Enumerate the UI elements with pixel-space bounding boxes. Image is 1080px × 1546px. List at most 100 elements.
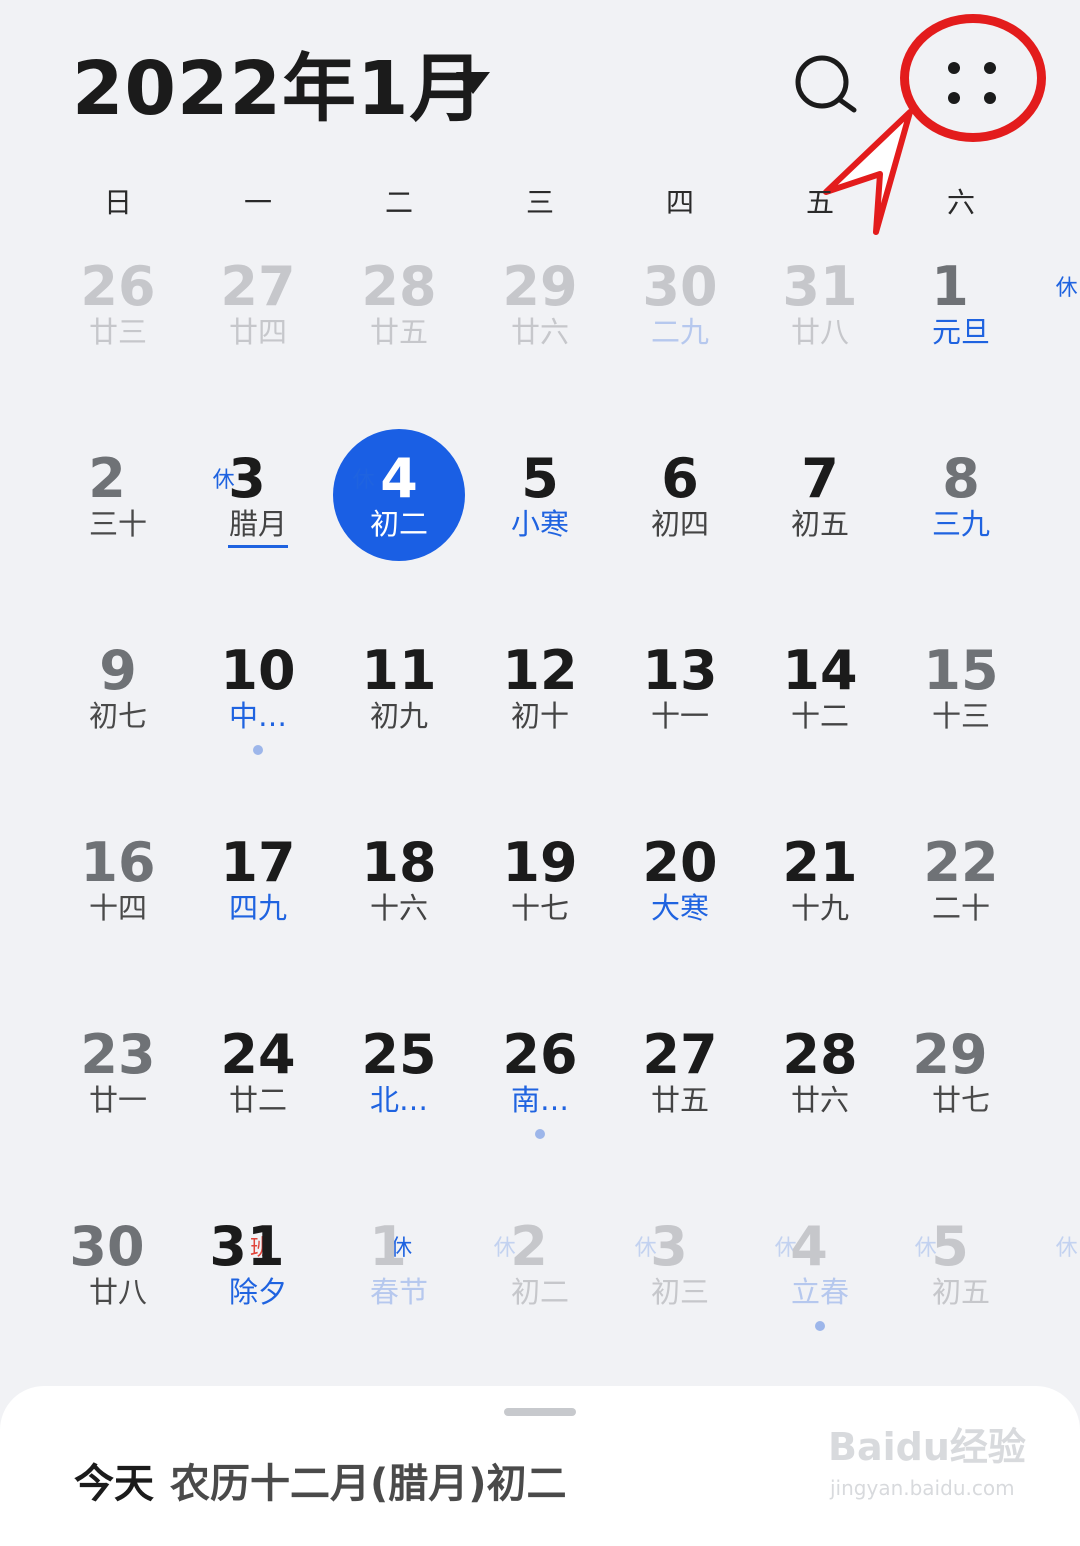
day-number: 31 休 — [188, 1216, 412, 1278]
day-number: 27 — [610, 1024, 750, 1086]
day-cell[interactable]: 28 廿六 — [750, 1024, 890, 1174]
day-number-text: 9 — [99, 639, 137, 702]
lunar-label: 初九 — [369, 699, 428, 733]
weekday-label: 日 — [103, 186, 132, 219]
month-dropdown-caret-icon[interactable] — [456, 72, 490, 94]
lunar-label: 廿八 — [88, 1275, 147, 1309]
weekday-label: 三 — [525, 186, 554, 219]
day-number-text: 12 — [502, 639, 578, 702]
day-cell[interactable]: 27 廿五 — [610, 1024, 750, 1174]
day-number: 3休 — [610, 1215, 796, 1278]
day-number: 31 — [750, 256, 890, 318]
day-cell[interactable]: 7 初五 — [750, 448, 890, 598]
day-cell[interactable]: 10 中… — [188, 640, 328, 790]
lunar-label: 廿六 — [510, 315, 569, 349]
day-cell[interactable]: 15 十三 — [891, 640, 1031, 790]
day-number: 11 — [329, 640, 469, 702]
day-cell[interactable]: 13 十一 — [610, 640, 750, 790]
lunar-label: 初二 — [510, 1275, 569, 1309]
day-number-text: 22 — [923, 831, 999, 894]
day-cell[interactable]: 14 十二 — [750, 640, 890, 790]
day-cell[interactable]: 3 休腊月 — [188, 448, 375, 598]
day-cell[interactable]: 6 初四 — [610, 448, 750, 598]
baidu-watermark-logo: Baidu经验 jingyan.baidu.com — [828, 1414, 1028, 1510]
day-cell[interactable]: 2 休初二 — [470, 1215, 656, 1366]
day-cell[interactable]: 30 班廿八 — [48, 1216, 272, 1366]
day-cell[interactable]: 28 廿五 — [329, 256, 469, 406]
lunar-label: 初七 — [88, 699, 147, 733]
day-cell[interactable]: 2 休三十 — [48, 448, 234, 598]
day-number: 13 — [610, 640, 750, 702]
day-cell[interactable]: 30 二九 — [610, 256, 750, 406]
holiday-badge: 休 — [1055, 276, 1078, 301]
event-dot — [253, 745, 263, 755]
day-number: 1休 — [329, 1216, 515, 1278]
day-cell[interactable]: 24 廿二 — [188, 1024, 328, 1174]
month-title[interactable]: 2022年1月 — [72, 44, 484, 134]
lunar-label: 十二 — [790, 699, 849, 733]
day-number: 4休 — [750, 1215, 936, 1278]
lunar-label: 廿七 — [931, 1083, 990, 1117]
day-cell[interactable]: 5 小寒 — [470, 448, 610, 598]
day-number: 19 — [470, 832, 610, 894]
day-cell[interactable]: 31 休除夕 — [188, 1216, 412, 1366]
annotation-highlight-circle — [900, 14, 1046, 142]
day-cell[interactable]: 26 廿三 — [48, 256, 188, 406]
day-cell[interactable]: 8 三九 — [891, 448, 1031, 598]
day-number-text: 28 — [782, 1023, 858, 1086]
day-cell[interactable]: 19 十七 — [470, 832, 610, 982]
lunar-label: 十一 — [650, 699, 709, 733]
day-cell[interactable]: 25 北… — [329, 1024, 469, 1174]
drag-handle[interactable] — [504, 1408, 576, 1416]
lunar-label: 二十 — [931, 891, 990, 925]
day-number-text: 7 — [801, 447, 839, 510]
day-cell[interactable]: 27 廿四 — [188, 256, 328, 406]
day-number-text: 20 — [642, 831, 718, 894]
lunar-label: 元旦 — [931, 315, 990, 349]
day-number-text: 2 — [510, 1215, 548, 1278]
day-cell[interactable]: 1 休元旦 — [891, 256, 1077, 406]
day-number-text: 8 — [942, 447, 980, 510]
calendar-header: 2022年1月 — [0, 0, 1080, 235]
day-number: 8 — [891, 448, 1031, 510]
day-number: 12 — [470, 640, 610, 702]
day-cell[interactable]: 4 休立春 — [750, 1215, 937, 1366]
lunar-label: 廿五 — [369, 315, 428, 349]
day-cell[interactable]: 1 休春节 — [329, 1216, 515, 1366]
day-cell[interactable]: 18 十六 — [329, 832, 469, 982]
day-cell[interactable]: 21 十九 — [750, 832, 890, 982]
day-number: 22 — [891, 832, 1031, 894]
lunar-label: 春节 — [369, 1275, 428, 1309]
day-cell[interactable]: 17 四九 — [188, 832, 328, 982]
lunar-label: 大寒 — [650, 891, 709, 925]
day-number-text: 4 — [790, 1215, 828, 1278]
day-cell[interactable]: 12 初十 — [470, 640, 610, 790]
lunar-label: 廿五 — [650, 1083, 709, 1117]
day-cell[interactable]: 26 南… — [470, 1024, 610, 1174]
day-cell[interactable]: 16 十四 — [48, 832, 188, 982]
day-number: 5 — [470, 448, 610, 510]
day-cell-today[interactable]: 4 初二 — [329, 448, 469, 598]
day-number: 14 — [750, 640, 890, 702]
day-cell[interactable]: 3 休初三 — [610, 1215, 796, 1366]
day-number-text: 19 — [502, 831, 578, 894]
day-cell[interactable]: 9 初七 — [48, 640, 188, 790]
day-number-text: 16 — [80, 831, 156, 894]
day-cell[interactable]: 22 二十 — [891, 832, 1031, 982]
day-cell[interactable]: 29 廿六 — [470, 256, 610, 406]
day-cell[interactable]: 11 初九 — [329, 640, 469, 790]
day-number-text: 31 — [782, 255, 858, 318]
day-number-text: 27 — [220, 255, 296, 318]
day-cell[interactable]: 29班廿七 — [891, 1024, 1031, 1174]
day-cell[interactable]: 20 大寒 — [610, 832, 750, 982]
day-cell[interactable]: 31 廿八 — [750, 256, 890, 406]
lunar-label: 十四 — [88, 891, 147, 925]
day-number-text: 3 — [650, 1215, 688, 1278]
weekday-label: 一 — [243, 186, 272, 219]
lunar-label: 四九 — [228, 891, 287, 925]
day-number-text: 15 — [923, 639, 999, 702]
day-cell[interactable]: 23 廿一 — [48, 1024, 188, 1174]
day-number-text: 6 — [661, 447, 699, 510]
day-cell[interactable]: 5 休初五 — [891, 1216, 1077, 1366]
day-number-text: 21 — [782, 831, 858, 894]
